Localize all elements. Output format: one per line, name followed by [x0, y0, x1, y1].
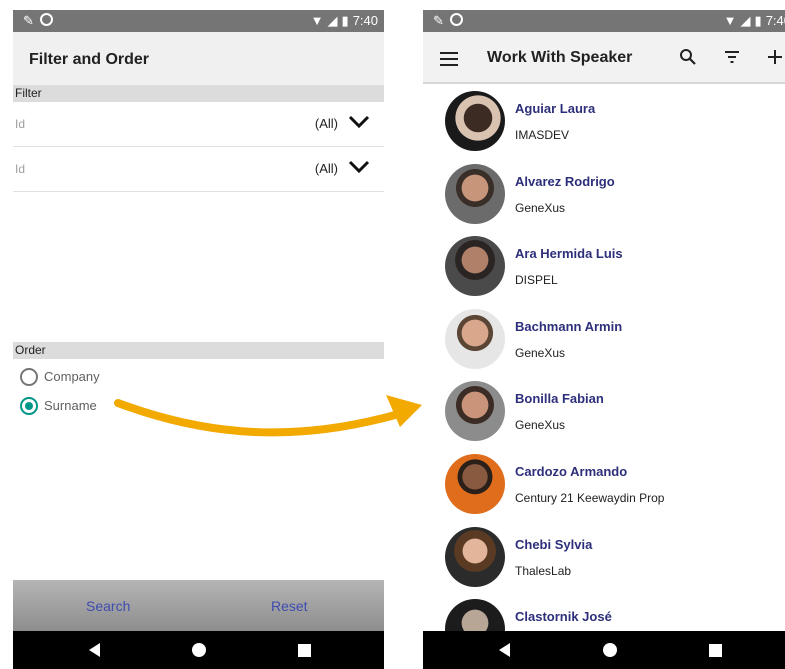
- speaker-name: Ara Hermida Luis: [515, 246, 623, 262]
- battery-icon: ▮: [754, 13, 762, 28]
- signal-icon: ◢: [327, 13, 338, 28]
- search-icon[interactable]: [679, 48, 697, 66]
- status-bar: ✎ ▼◢▮7:40: [13, 10, 384, 32]
- list-item[interactable]: Aguiar Laura IMASDEV: [423, 84, 785, 157]
- circle-icon: [449, 13, 463, 26]
- clock: 7:40: [765, 13, 785, 28]
- avatar: [445, 599, 505, 631]
- speaker-name: Aguiar Laura: [515, 101, 596, 116]
- avatar: [445, 526, 505, 587]
- navigation-bar: [423, 631, 785, 669]
- avatar: [445, 236, 505, 297]
- speaker-name: Clastornik José: [515, 609, 612, 625]
- filter-label: Id: [15, 117, 26, 131]
- speaker-name: Chebi Sylvia: [515, 536, 593, 552]
- radio-label: Surname: [44, 398, 97, 413]
- transition-arrow-icon: [114, 395, 422, 437]
- back-icon[interactable]: [499, 643, 510, 657]
- home-icon[interactable]: [192, 643, 206, 657]
- wifi-icon: ▼: [310, 13, 324, 28]
- avatar: [445, 308, 505, 369]
- reset-button[interactable]: Reset: [271, 598, 308, 614]
- menu-icon[interactable]: [440, 52, 458, 66]
- circle-icon: [39, 13, 53, 26]
- list-item[interactable]: Cardozo Armando Century 21 Keewaydin Prop: [423, 447, 785, 520]
- avatar: [445, 91, 505, 151]
- recents-icon[interactable]: [298, 644, 311, 657]
- chevron-down-icon[interactable]: [348, 115, 370, 129]
- list-item[interactable]: Bachmann Armin GeneXus: [423, 302, 785, 375]
- battery-icon: ▮: [341, 13, 349, 28]
- speaker-company: GeneXus: [515, 200, 566, 215]
- filter-value: (All): [314, 116, 338, 131]
- navigation-bar: [13, 631, 384, 669]
- speaker-company: GeneXus: [515, 345, 566, 360]
- filter-row-id-2[interactable]: Id (All): [13, 147, 384, 192]
- filter-label: Id: [15, 162, 26, 176]
- button-bar: Search Reset: [13, 580, 384, 631]
- pencil-icon: ✎: [23, 13, 34, 28]
- speaker-company: ThalesLab: [515, 563, 572, 578]
- filter-section-header: Filter: [13, 85, 384, 102]
- list-item[interactable]: Ara Hermida Luis DISPEL: [423, 229, 785, 302]
- app-bar: Work With Speaker: [423, 32, 785, 84]
- speaker-screen: ✎ ▼◢▮7:40 Work With Speaker Aguiar Laura…: [423, 10, 785, 669]
- radio-selected-dot: [25, 402, 33, 410]
- list-item[interactable]: Alvarez Rodrigo GeneXus: [423, 157, 785, 230]
- speaker-name: Bachmann Armin: [515, 318, 623, 334]
- pencil-icon: ✎: [433, 13, 444, 28]
- signal-icon: ◢: [740, 13, 751, 28]
- status-bar: ✎ ▼◢▮7:40: [423, 10, 785, 32]
- recents-icon[interactable]: [709, 644, 722, 657]
- list-item[interactable]: Bonilla Fabian GeneXus: [423, 374, 785, 447]
- filter-row-id-1[interactable]: Id (All): [13, 102, 384, 147]
- speaker-name: Alvarez Rodrigo: [515, 173, 615, 189]
- radio-button[interactable]: [20, 368, 38, 386]
- home-icon[interactable]: [603, 643, 617, 657]
- page-title: Filter and Order: [29, 51, 150, 68]
- chevron-down-icon[interactable]: [348, 160, 370, 174]
- list-item[interactable]: Chebi Sylvia ThalesLab: [423, 520, 785, 593]
- avatar: [445, 381, 505, 442]
- speaker-list[interactable]: Aguiar Laura IMASDEV Alvarez Rodrigo GeneXu…: [423, 84, 785, 631]
- clock: 7:40: [352, 13, 378, 28]
- speaker-company: IMASDEV: [515, 128, 570, 142]
- filter-screen: ✎ ▼ ◢ ▮ 7:40 Filter and Order Filter Id (Al…: [13, 10, 384, 669]
- back-icon[interactable]: [89, 643, 100, 657]
- order-section-header: Order: [13, 342, 384, 359]
- page-title: Work With Speaker: [487, 49, 633, 66]
- wifi-icon: ▼: [723, 13, 737, 28]
- speaker-name: Cardozo Armando: [515, 464, 628, 479]
- filter-value: (All): [314, 161, 338, 176]
- speaker-company: Century 21 Keewaydin Prop: [515, 491, 665, 505]
- radio-label: Company: [44, 369, 100, 384]
- avatar: [445, 454, 505, 514]
- list-item[interactable]: Clastornik José: [423, 592, 785, 631]
- speaker-name: Bonilla Fabian: [515, 391, 604, 407]
- add-icon[interactable]: [767, 48, 783, 66]
- filter-content: Filter Id (All) Id (All) Order Company S…: [13, 85, 384, 580]
- filter-icon[interactable]: [723, 48, 741, 66]
- speaker-company: DISPEL: [515, 273, 558, 288]
- speaker-company: GeneXus: [515, 418, 566, 433]
- avatar: [445, 163, 505, 224]
- search-button[interactable]: Search: [86, 598, 130, 614]
